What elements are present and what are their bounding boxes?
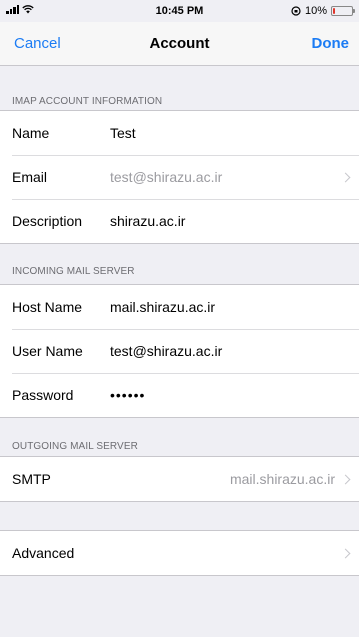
page-title: Account [149, 35, 210, 52]
user-name-field[interactable]: test@shirazu.ac.ir [110, 343, 222, 359]
chevron-right-icon [340, 172, 351, 182]
description-row[interactable]: Description shirazu.ac.ir [0, 199, 359, 243]
advanced-row[interactable]: Advanced [0, 531, 359, 575]
advanced-label: Advanced [12, 545, 75, 561]
outgoing-server-group: SMTP mail.shirazu.ac.ir [0, 456, 359, 502]
host-name-field[interactable]: mail.shirazu.ac.ir [110, 299, 215, 315]
imap-section-header: IMAP ACCOUNT INFORMATION [12, 96, 163, 107]
password-label: Password [12, 387, 74, 403]
name-field[interactable]: Test [110, 125, 136, 141]
smtp-label: SMTP [12, 471, 51, 487]
name-row[interactable]: Name Test [0, 111, 359, 155]
status-bar: 10:45 PM 10% [0, 0, 359, 22]
description-label: Description [12, 213, 83, 229]
host-name-row[interactable]: Host Name mail.shirazu.ac.ir [0, 285, 359, 329]
name-label: Name [12, 125, 50, 141]
description-field[interactable]: shirazu.ac.ir [110, 213, 185, 229]
smtp-row[interactable]: SMTP mail.shirazu.ac.ir [0, 457, 359, 501]
user-name-row[interactable]: User Name test@shirazu.ac.ir [0, 329, 359, 373]
battery-percent: 10% [304, 5, 327, 17]
battery-icon [331, 6, 355, 16]
chevron-right-icon [340, 548, 351, 558]
imap-account-group: Name Test Email test@shirazu.ac.ir Descr… [0, 110, 359, 244]
smtp-value: mail.shirazu.ac.ir [229, 471, 335, 487]
email-row[interactable]: Email test@shirazu.ac.ir [0, 155, 359, 199]
incoming-section-header: INCOMING MAIL SERVER [12, 266, 135, 277]
done-button[interactable]: Done [312, 35, 350, 52]
orientation-lock-icon [291, 6, 301, 16]
battery-fill [333, 8, 335, 14]
password-field[interactable]: •••••• [110, 387, 145, 403]
incoming-server-group: Host Name mail.shirazu.ac.ir User Name t… [0, 284, 359, 418]
outgoing-section-header: OUTGOING MAIL SERVER [12, 441, 138, 452]
advanced-group: Advanced [0, 530, 359, 576]
email-label: Email [12, 169, 48, 185]
chevron-right-icon [340, 474, 351, 484]
status-right: 10% [291, 5, 355, 17]
password-row[interactable]: Password •••••• [0, 373, 359, 417]
user-name-label: User Name [12, 343, 83, 359]
host-name-label: Host Name [12, 299, 83, 315]
email-field: test@shirazu.ac.ir [110, 169, 223, 185]
navigation-bar: Cancel Account Done [0, 22, 359, 66]
